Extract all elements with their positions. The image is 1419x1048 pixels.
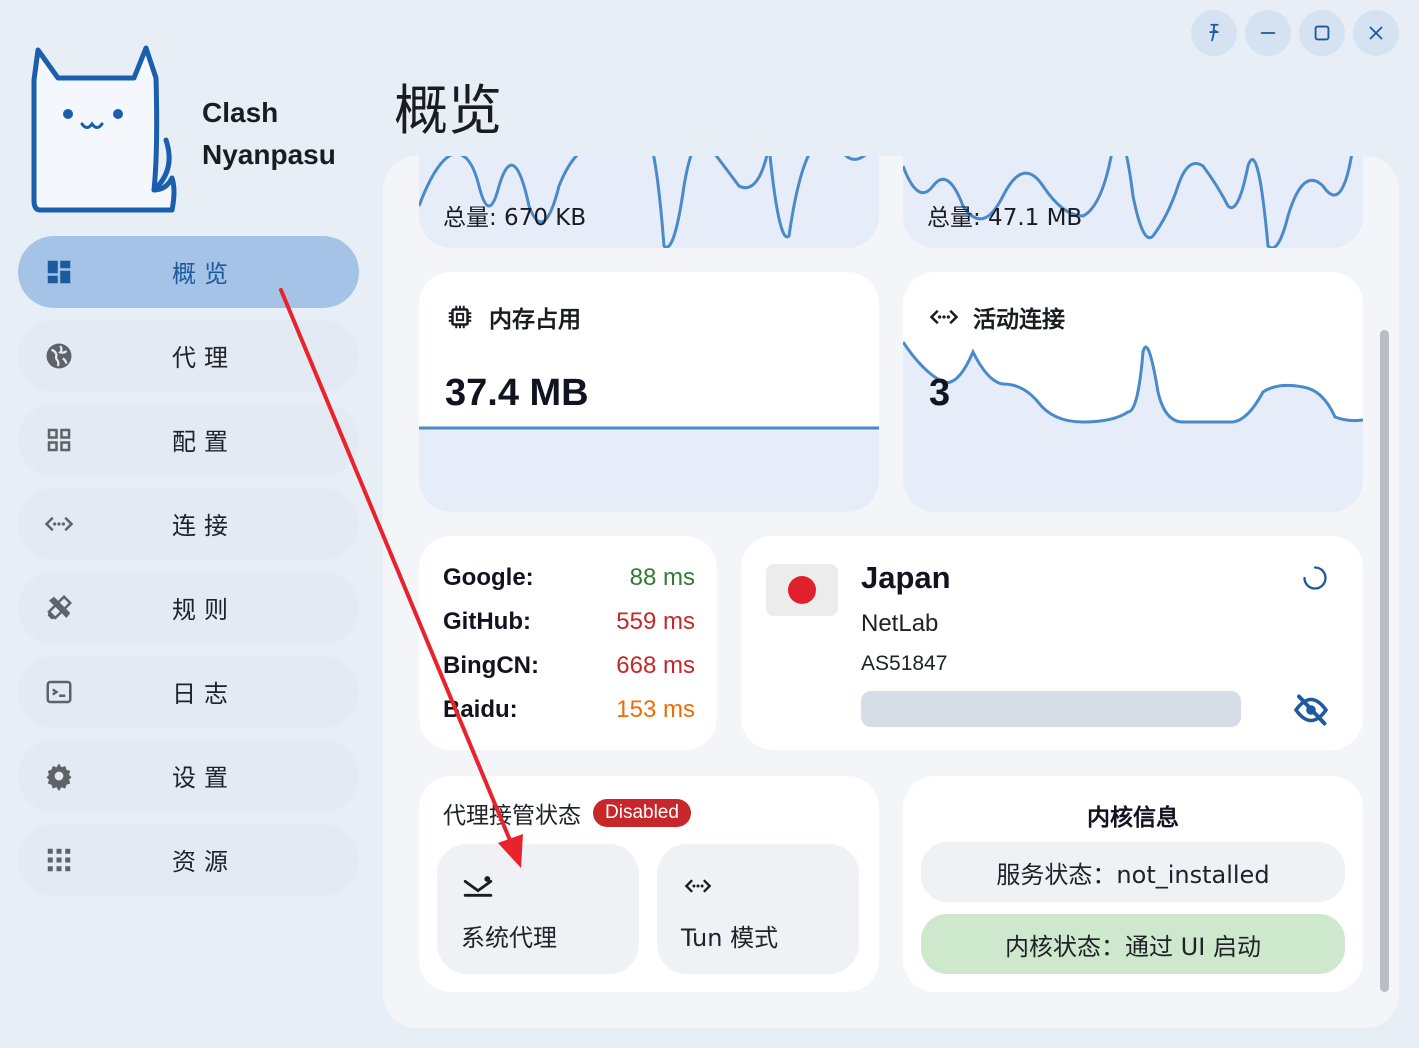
pin-icon: [1209, 23, 1219, 42]
memory-card: 内存占用 37.4 MB: [419, 272, 879, 512]
download-total: 总量: 47.1 MB: [927, 205, 1083, 231]
latency-value: 88 ms: [629, 564, 695, 591]
maximize-icon: [1314, 25, 1330, 41]
sidebar-item-logs[interactable]: 日志: [18, 656, 359, 728]
cat-logo: [31, 45, 177, 213]
main-panel[interactable]: 总量: 670 KB 总量: 47.1 MB 内存占用 37.4 MB 活动连接…: [383, 156, 1399, 1028]
status-badge: Disabled: [593, 799, 691, 827]
core-info-title: 内核信息: [1087, 805, 1179, 831]
latency-value: 153 ms: [616, 696, 695, 723]
sidebar-item-label: 连接: [172, 512, 236, 540]
sidebar-nav: 概览 代理 配置 连接 规则 日志 设置 资源: [18, 236, 359, 908]
system-proxy-icon: [463, 876, 493, 897]
latency-site: BingCN:: [443, 652, 539, 679]
ip-info-card: Japan NetLab AS51847: [741, 536, 1363, 750]
sidebar-item-label: 配置: [172, 428, 236, 456]
core-info-card: 内核信息 服务状态：not_installed 内核状态：通过 UI 启动: [903, 776, 1363, 992]
connections-title: 活动连接: [973, 307, 1065, 333]
latency-card: Google: 88 ms GitHub: 559 ms BingCN: 668…: [419, 536, 717, 750]
ip-asn: AS51847: [861, 652, 948, 675]
apps-icon: [42, 846, 76, 874]
connections-header: 活动连接: [929, 300, 1065, 334]
sidebar-item-label: 资源: [172, 848, 236, 876]
service-status-row[interactable]: 服务状态：not_installed: [921, 842, 1345, 902]
latency-row: GitHub: 559 ms: [443, 608, 695, 636]
download-traffic-card: 总量: 47.1 MB: [903, 156, 1363, 248]
visibility-off-icon[interactable]: [1293, 692, 1329, 728]
terminal-icon: [42, 678, 76, 706]
scrollbar[interactable]: [1380, 330, 1389, 992]
tun-mode-label: Tun 模式: [681, 924, 779, 952]
close-button[interactable]: [1353, 10, 1399, 56]
latency-row: BingCN: 668 ms: [443, 652, 695, 680]
minimize-icon: [1260, 32, 1276, 34]
connections-value: 3: [929, 372, 951, 414]
sidebar-item-profiles[interactable]: 配置: [18, 404, 359, 476]
page-title: 概览: [394, 79, 502, 142]
ip-country: Japan: [861, 560, 951, 595]
memory-header: 内存占用: [445, 300, 581, 334]
chip-icon: [448, 305, 472, 329]
sidebar-item-label: 概览: [172, 260, 236, 288]
system-proxy-button[interactable]: 系统代理: [437, 844, 639, 974]
pin-button[interactable]: [1191, 10, 1237, 56]
connection-icon: [42, 510, 76, 538]
sidebar-item-proxies[interactable]: 代理: [18, 320, 359, 392]
sidebar-item-rules[interactable]: 规则: [18, 572, 359, 644]
connections-card: 活动连接 3: [903, 272, 1363, 512]
loading-spinner-icon: [1303, 566, 1327, 590]
latency-value: 559 ms: [616, 608, 695, 635]
latency-value: 668 ms: [616, 652, 695, 679]
globe-icon: [42, 342, 76, 370]
gear-icon: [42, 762, 76, 791]
sidebar-item-label: 代理: [172, 344, 236, 372]
latency-site: Baidu:: [443, 696, 518, 723]
flag-circle: [788, 576, 816, 604]
sidebar-item-label: 规则: [172, 596, 236, 624]
sidebar-item-label: 设置: [172, 764, 236, 792]
proxy-status-header: 代理接管状态 Disabled: [443, 796, 691, 830]
sidebar-item-label: 日志: [172, 680, 236, 708]
maximize-button[interactable]: [1299, 10, 1345, 56]
ip-address-placeholder: [861, 691, 1241, 727]
connection-icon: [929, 309, 959, 325]
tun-mode-button[interactable]: Tun 模式: [657, 844, 859, 974]
latency-row: Baidu: 153 ms: [443, 696, 695, 724]
sidebar-item-overview[interactable]: 概览: [18, 236, 359, 308]
memory-title: 内存占用: [489, 307, 581, 333]
proxy-status-card: 代理接管状态 Disabled 系统代理 Tun 模式: [419, 776, 879, 992]
upload-traffic-card: 总量: 670 KB: [419, 156, 879, 248]
core-status: 内核状态：通过 UI 启动: [1005, 932, 1261, 961]
window-controls: [1191, 10, 1399, 56]
latency-site: Google:: [443, 564, 534, 591]
close-icon: [1369, 26, 1383, 40]
proxy-status-title: 代理接管状态: [443, 803, 581, 829]
sidebar-item-connections[interactable]: 连接: [18, 488, 359, 560]
app-name-line2: Nyanpasu: [202, 139, 336, 170]
country-flag: [766, 564, 838, 616]
latency-row: Google: 88 ms: [443, 564, 695, 592]
core-status-row[interactable]: 内核状态：通过 UI 启动: [921, 914, 1345, 974]
grid-icon: [42, 426, 76, 454]
upload-total: 总量: 670 KB: [443, 205, 587, 231]
memory-value: 37.4 MB: [445, 372, 589, 414]
dashboard-icon: [42, 258, 76, 286]
latency-site: GitHub:: [443, 608, 531, 635]
ip-isp: NetLab: [861, 610, 939, 637]
rules-icon: [42, 594, 76, 622]
sidebar-item-settings[interactable]: 设置: [18, 740, 359, 812]
service-status: 服务状态：not_installed: [996, 860, 1270, 889]
sidebar-item-resources[interactable]: 资源: [18, 824, 359, 896]
tun-mode-icon: [684, 879, 712, 893]
app-name-line1: Clash: [202, 97, 279, 128]
app-name: Clash Nyanpasu: [202, 92, 336, 176]
minimize-button[interactable]: [1245, 10, 1291, 56]
system-proxy-label: 系统代理: [461, 924, 557, 952]
